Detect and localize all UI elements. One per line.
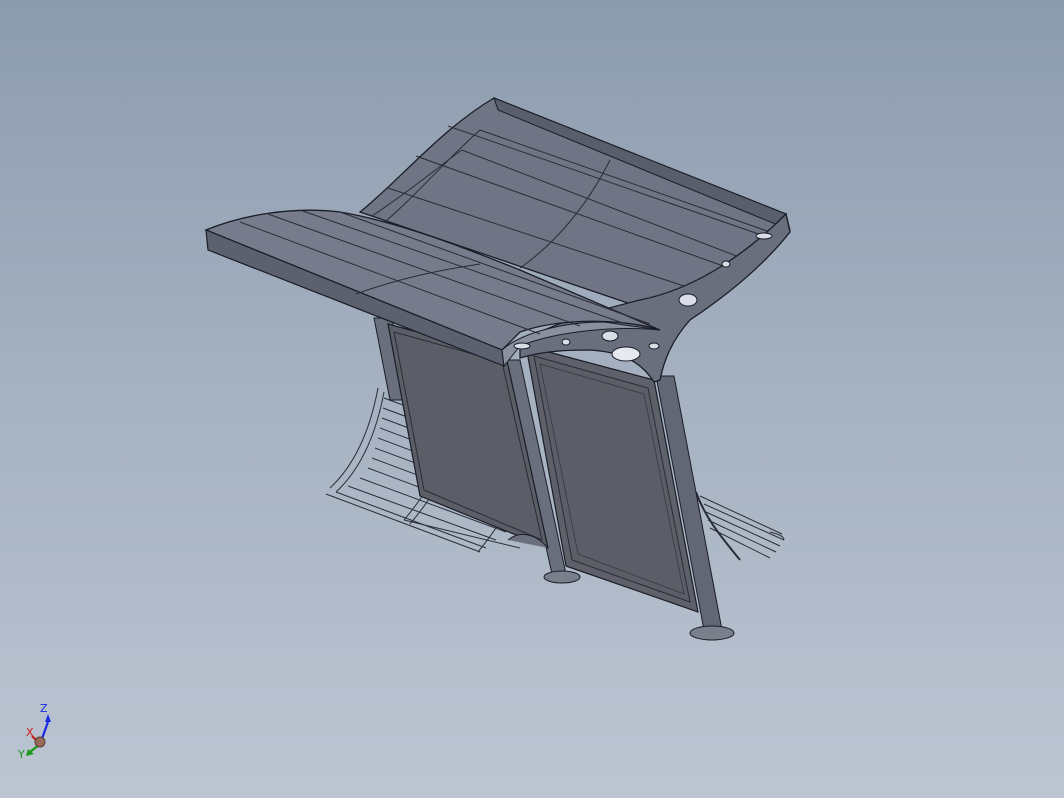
z-axis-label: Z xyxy=(40,702,48,715)
y-axis-label: Y xyxy=(17,748,25,761)
cad-graphics-viewport[interactable]: Z X Y xyxy=(0,0,1064,798)
right-bench[interactable] xyxy=(695,491,785,561)
triad-origin xyxy=(34,736,46,748)
bus-shelter-3d-model[interactable] xyxy=(0,0,1064,798)
axis-triad: Z X Y xyxy=(17,702,51,761)
z-axis-arrow xyxy=(45,714,51,722)
left-glass-panel[interactable] xyxy=(387,323,549,549)
x-axis-label: X xyxy=(26,726,34,739)
